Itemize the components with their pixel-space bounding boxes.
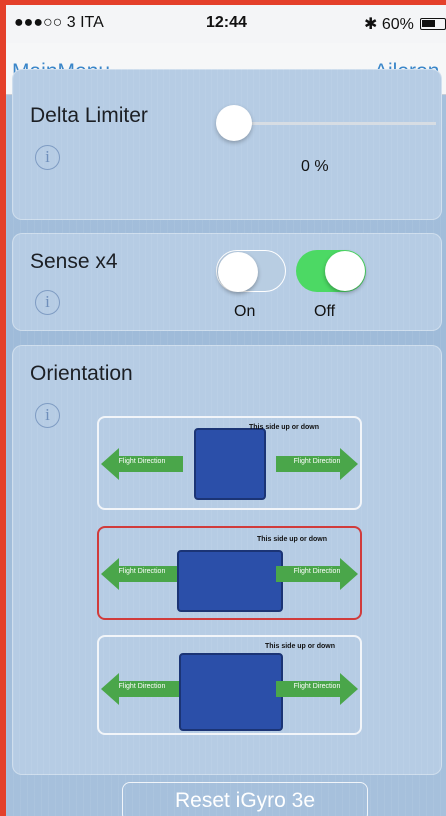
flight-direction-arrow-right: Flight Direction — [276, 673, 358, 705]
reset-button[interactable]: Reset iGyro 3e — [122, 782, 368, 816]
side-note: This side up or down — [249, 424, 319, 431]
app-frame: ●●●○○ 3 ITA 12:44 ✱ 60% MainMenu Aileron… — [6, 5, 446, 816]
gyro-device-image — [179, 653, 283, 731]
clock: 12:44 — [206, 14, 247, 31]
orientation-option-2[interactable]: Flight Direction This side up or down Fl… — [97, 526, 362, 620]
side-note: This side up or down — [265, 643, 335, 650]
flight-direction-arrow-right: Flight Direction — [276, 558, 358, 590]
delta-limiter-slider-thumb[interactable] — [216, 105, 252, 141]
orientation-title: Orientation — [30, 362, 133, 385]
battery-percent: ✱ 60% — [364, 16, 414, 33]
gyro-device-image — [177, 550, 283, 612]
side-note: This side up or down — [257, 536, 327, 543]
toggle-knob — [325, 251, 365, 291]
status-bar: ●●●○○ 3 ITA 12:44 ✱ 60% — [6, 5, 446, 43]
sense-on-label: On — [234, 303, 256, 320]
sense-toggle-on[interactable] — [216, 250, 286, 292]
orientation-option-3[interactable]: Flight Direction This side up or down Fl… — [97, 635, 362, 735]
sense-title: Sense x4 — [30, 250, 118, 273]
flight-direction-arrow-right: Flight Direction — [276, 448, 358, 480]
flight-direction-arrow-left: Flight Direction — [101, 673, 183, 705]
delta-limiter-slider-track[interactable] — [226, 122, 436, 125]
delta-limiter-title: Delta Limiter — [30, 104, 148, 127]
sense-toggle-off[interactable] — [296, 250, 366, 292]
toggle-knob — [218, 252, 258, 292]
delta-limiter-value: 0 % — [301, 158, 329, 175]
gyro-device-image — [194, 428, 266, 500]
info-icon[interactable]: i — [35, 290, 60, 315]
sense-off-label: Off — [314, 303, 336, 320]
flight-direction-arrow-left: Flight Direction — [101, 448, 183, 480]
orientation-option-1[interactable]: Flight Direction This side up or down Fl… — [97, 416, 362, 510]
info-icon[interactable]: i — [35, 403, 60, 428]
carrier-signal: ●●●○○ 3 ITA — [14, 14, 104, 31]
battery-icon — [420, 18, 446, 30]
delta-limiter-card: Delta Limiter i — [12, 69, 442, 220]
flight-direction-arrow-left: Flight Direction — [101, 558, 183, 590]
info-icon[interactable]: i — [35, 145, 60, 170]
